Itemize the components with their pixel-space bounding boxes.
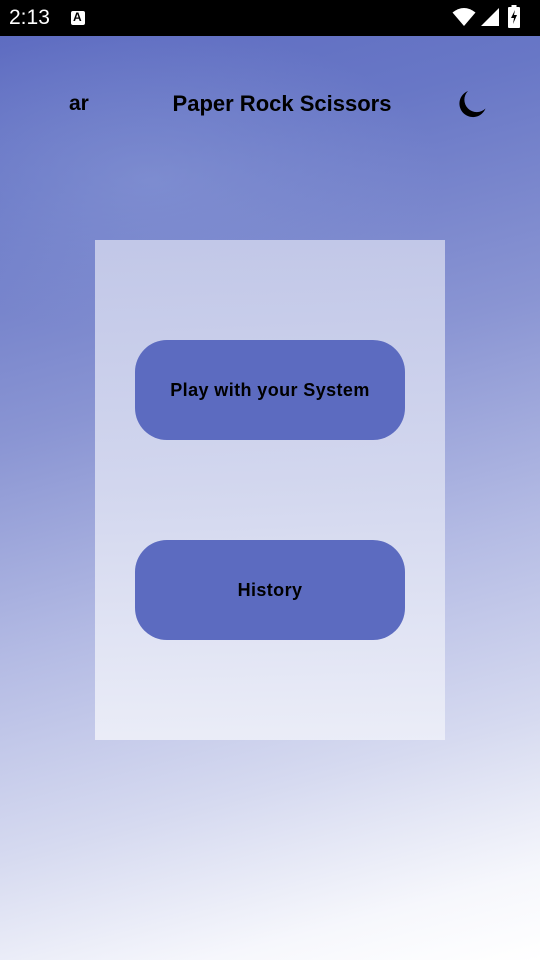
play-with-system-button[interactable]: Play with your System bbox=[135, 340, 405, 440]
history-button[interactable]: History bbox=[135, 540, 405, 640]
cellular-signal-icon bbox=[481, 8, 499, 26]
app-screen: 2:13 A ar Paper Rock Scissors Play with bbox=[0, 0, 540, 960]
app-header: ar Paper Rock Scissors bbox=[0, 36, 540, 172]
wifi-icon bbox=[452, 8, 476, 26]
status-time: 2:13 bbox=[9, 6, 50, 29]
status-bar: 2:13 A bbox=[0, 0, 540, 36]
menu-card: Play with your System History bbox=[95, 240, 445, 740]
a-notification-icon: A bbox=[71, 10, 85, 25]
theme-toggle-button[interactable] bbox=[455, 87, 489, 121]
moon-icon bbox=[459, 91, 486, 118]
battery-charging-icon bbox=[508, 5, 520, 28]
